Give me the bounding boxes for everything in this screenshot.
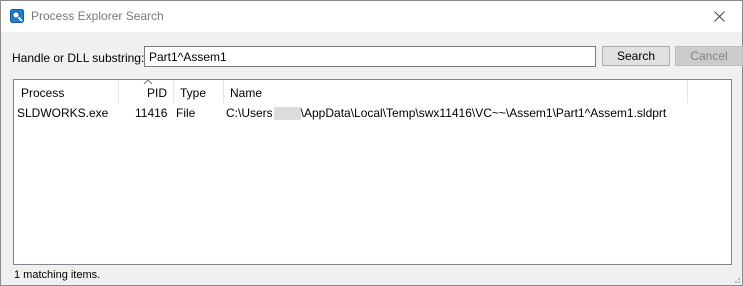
redacted-username [273,106,301,120]
row-name: C:\Users \AppData\Local\Temp\swx11416\VC… [226,106,666,120]
process-explorer-search-icon [10,9,24,23]
cancel-button[interactable]: Cancel [675,46,743,66]
row-name-suffix: \AppData\Local\Temp\swx11416\VC~~\Assem1… [300,106,667,120]
column-header-name[interactable]: Name [224,80,688,103]
close-button[interactable] [696,1,742,32]
status-text: 1 matching items. [14,269,101,281]
window-title: Process Explorer Search [31,9,164,23]
search-button[interactable]: Search [602,46,670,66]
row-process: SLDWORKS.exe [17,106,109,120]
results-list[interactable]: Process PID Type Name SLDWORKS.exe 11416… [13,79,732,265]
row-type: File [176,106,196,120]
title-bar[interactable]: Process Explorer Search [1,1,742,32]
column-header-name-label: Name [230,86,263,100]
column-header-type[interactable]: Type [174,80,224,103]
column-header-process-label: Process [21,86,65,100]
column-header-pid-label: PID [146,86,167,100]
resize-grip-icon[interactable] [731,274,741,284]
handle-substring-label: Handle or DLL substring: [12,51,145,65]
row-pid: 11416 [135,106,168,120]
column-header-process[interactable]: Process [14,80,119,103]
row-name-prefix: C:\Users [226,106,273,120]
close-icon [713,11,725,22]
sort-ascending-icon [143,80,153,85]
results-header: Process PID Type Name [14,80,688,103]
table-row[interactable]: SLDWORKS.exe 11416 File C:\Users \AppDat… [14,104,688,121]
column-header-pid[interactable]: PID [119,80,174,103]
column-header-type-label: Type [180,86,207,100]
process-explorer-search-window: Process Explorer Search Handle or DLL su… [0,0,743,286]
handle-substring-input[interactable] [144,46,596,67]
